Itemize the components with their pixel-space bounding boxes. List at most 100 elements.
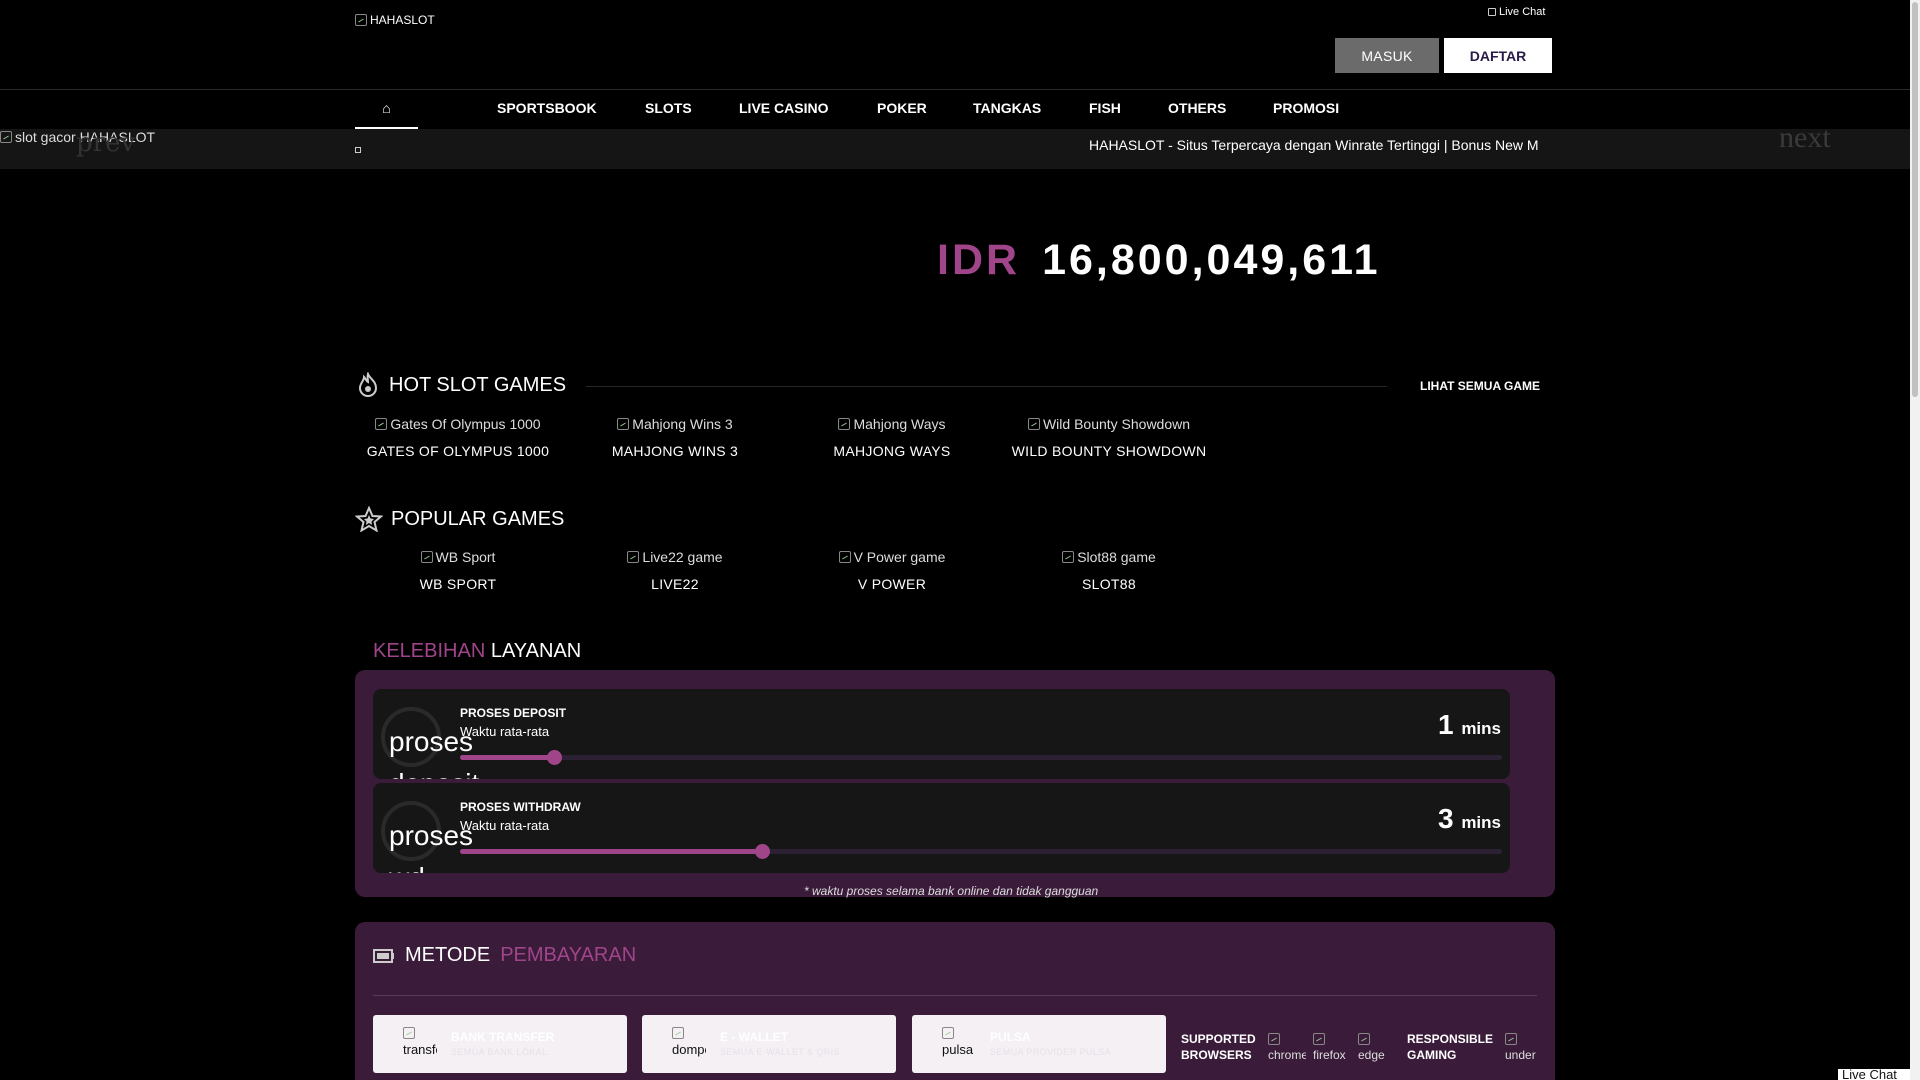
live-chat-widget[interactable]: Live Chat bbox=[1838, 1067, 1910, 1080]
popular-games-title: POPULAR GAMES bbox=[391, 507, 565, 530]
withdraw-subtitle: Waktu rata-rata bbox=[460, 818, 550, 833]
game-card[interactable]: WB Sport WB SPORT bbox=[358, 548, 558, 592]
payment-card-bank[interactable]: transfer BANK TRANSFER SEMUA BANK LOKAL bbox=[373, 1015, 627, 1073]
announcement-marquee: HAHASLOT - Situs Terpercaya dengan Winra… bbox=[1089, 129, 1541, 161]
game-card[interactable]: Mahjong Ways MAHJONG WAYS bbox=[792, 415, 992, 459]
payment-divider bbox=[373, 995, 1537, 996]
live-chat-link[interactable]: Live Chat bbox=[1488, 6, 1545, 18]
game-card[interactable]: Slot88 game SLOT88 bbox=[1009, 548, 1209, 592]
deposit-title: PROSES DEPOSIT bbox=[460, 706, 567, 720]
firefox-icon: firefox bbox=[1313, 1033, 1351, 1062]
game-name: SLOT88 bbox=[1082, 576, 1136, 592]
game-image: Mahjong Ways bbox=[792, 415, 992, 433]
game-image: Live22 game bbox=[575, 548, 775, 566]
responsible-label-line1: RESPONSIBLE bbox=[1407, 1032, 1494, 1046]
site-logo[interactable]: HAHASLOT bbox=[355, 13, 435, 27]
chrome-icon: chrome bbox=[1268, 1033, 1306, 1062]
payment-card-title: E - WALLET bbox=[720, 1030, 788, 1044]
withdraw-progress-knob bbox=[755, 844, 771, 859]
broken-image-icon bbox=[355, 14, 367, 26]
nav-item-fish[interactable]: FISH bbox=[1089, 89, 1121, 127]
supported-label-line2: BROWSERS bbox=[1181, 1048, 1252, 1062]
nav-item-sportsbook[interactable]: SPORTSBOOK bbox=[497, 89, 597, 127]
banner-next-button[interactable]: next bbox=[1779, 121, 1831, 155]
nav-item-promosi[interactable]: PROMOSI bbox=[1273, 89, 1339, 127]
banner-slider bbox=[0, 129, 1910, 169]
game-name: MAHJONG WAYS bbox=[833, 443, 951, 459]
game-card[interactable]: Mahjong Wins 3 MAHJONG WINS 3 bbox=[575, 415, 775, 459]
game-name: LIVE22 bbox=[651, 576, 699, 592]
game-name: V POWER bbox=[857, 576, 927, 592]
responsible-label-line2: GAMING bbox=[1407, 1048, 1457, 1062]
game-image-alt: Gates Of Olympus 1000 bbox=[390, 416, 541, 432]
register-button[interactable]: DAFTAR bbox=[1444, 38, 1552, 73]
section-divider bbox=[586, 386, 1387, 387]
live-chat-label: Live Chat bbox=[1499, 6, 1546, 18]
withdraw-progress-fill bbox=[460, 849, 763, 854]
jackpot-amount: 16,800,049,611 bbox=[1042, 236, 1381, 284]
broken-image-icon bbox=[375, 418, 388, 430]
broken-image-icon bbox=[1062, 551, 1075, 563]
pulsa-image-alt: pulsa bbox=[942, 1042, 974, 1057]
broken-image-icon bbox=[672, 1027, 684, 1039]
deposit-time-unit: mins bbox=[1461, 719, 1501, 738]
ewallet-image-alt: dompet bbox=[672, 1042, 706, 1057]
announcement-text: HAHASLOT - Situs Terpercaya dengan Winra… bbox=[1089, 137, 1539, 153]
broken-image-icon bbox=[838, 418, 851, 430]
nav-item-poker[interactable]: POKER bbox=[877, 89, 927, 127]
game-card[interactable]: V Power game V POWER bbox=[792, 548, 992, 592]
broken-image-icon bbox=[838, 551, 851, 563]
deposit-progress-bar bbox=[460, 750, 1502, 765]
speaker-icon bbox=[355, 147, 361, 153]
broken-image-icon bbox=[1358, 1033, 1370, 1045]
deposit-progress-knob bbox=[546, 750, 562, 765]
live-chat-widget-label: Live Chat bbox=[1842, 1067, 1897, 1080]
payment-card-title: PULSA bbox=[990, 1030, 1031, 1044]
game-image: V Power game bbox=[792, 548, 992, 566]
pulsa-image: pulsa bbox=[942, 1027, 976, 1057]
home-icon: ⌂ bbox=[382, 100, 391, 116]
game-image-alt: Wild Bounty Showdown bbox=[1042, 416, 1191, 432]
supported-browsers-label: SUPPORTED BROWSERS bbox=[1181, 1031, 1256, 1063]
broken-image-icon bbox=[403, 1027, 415, 1039]
payment-card-pulsa[interactable]: pulsa PULSA SEMUA PROVIDER PULSA bbox=[912, 1015, 1166, 1073]
banner-prev-button[interactable]: prev bbox=[76, 128, 135, 158]
game-card[interactable]: Gates Of Olympus 1000 GATES OF OLYMPUS 1… bbox=[358, 415, 558, 459]
login-button[interactable]: MASUK bbox=[1335, 38, 1439, 73]
payment-card-subtitle: SEMUA PROVIDER PULSA bbox=[990, 1047, 1112, 1057]
game-image-alt: WB Sport bbox=[435, 549, 496, 565]
deposit-process-card: proses deposit PROSES DEPOSIT Waktu rata… bbox=[373, 689, 1510, 779]
nav-item-slots[interactable]: SLOTS bbox=[645, 89, 692, 127]
deposit-time: 1 mins bbox=[1438, 709, 1501, 741]
game-card[interactable]: Wild Bounty Showdown WILD BOUNTY SHOWDOW… bbox=[1009, 415, 1209, 459]
logo-alt-text: HAHASLOT bbox=[370, 13, 435, 27]
game-card[interactable]: Live22 game LIVE22 bbox=[575, 548, 775, 592]
payment-heading-b: PEMBAYARAN bbox=[500, 944, 637, 966]
see-all-games-link[interactable]: LIHAT SEMUA GAME bbox=[1420, 379, 1540, 393]
nav-item-others[interactable]: OTHERS bbox=[1168, 89, 1226, 127]
withdraw-title: PROSES WITHDRAW bbox=[460, 800, 581, 814]
service-heading-b: LAYANAN bbox=[490, 640, 582, 662]
hot-slots-heading: HOT SLOT GAMES bbox=[355, 372, 566, 398]
nav-item-live-casino[interactable]: LIVE CASINO bbox=[739, 89, 828, 127]
broken-image-icon bbox=[1268, 1033, 1280, 1045]
deposit-progress-fill bbox=[460, 755, 554, 760]
game-image: Gates Of Olympus 1000 bbox=[358, 415, 558, 433]
nav-item-tangkas[interactable]: TANGKAS bbox=[973, 89, 1041, 127]
deposit-time-value: 1 bbox=[1437, 709, 1454, 740]
payment-card-ewallet[interactable]: dompet E - WALLET SEMUA E-WALLET & QRIS bbox=[642, 1015, 896, 1073]
edge-alt: edge bbox=[1358, 1048, 1385, 1062]
chrome-alt: chrome bbox=[1268, 1048, 1306, 1062]
nav-home[interactable]: ⌂ bbox=[355, 89, 418, 129]
scrollbar-thumb[interactable] bbox=[1912, 2, 1918, 397]
game-image-alt: Slot88 game bbox=[1077, 549, 1156, 565]
hot-slots-title: HOT SLOT GAMES bbox=[389, 373, 567, 396]
broken-image-icon bbox=[942, 1027, 954, 1039]
game-name: WILD BOUNTY SHOWDOWN bbox=[1011, 443, 1207, 459]
broken-image-icon bbox=[1313, 1033, 1325, 1045]
nav-divider bbox=[0, 89, 1910, 90]
game-name: WB SPORT bbox=[419, 576, 497, 592]
broken-image-icon bbox=[420, 551, 433, 563]
payment-heading-a: METODE bbox=[405, 944, 491, 966]
chat-icon bbox=[1488, 8, 1496, 16]
